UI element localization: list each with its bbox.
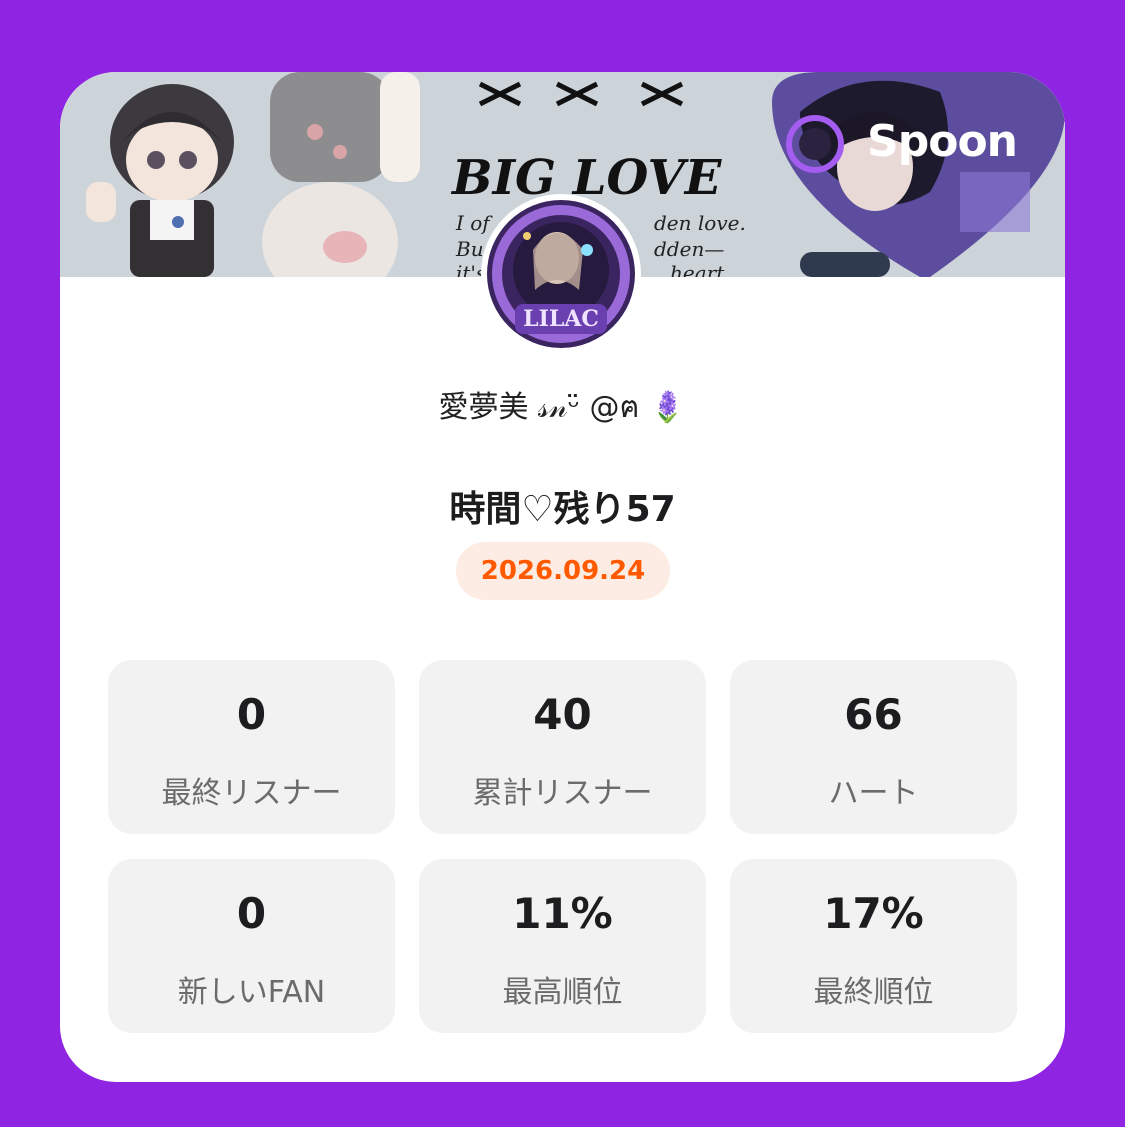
- avatar-image: LILAC: [487, 200, 635, 348]
- svg-text:den love.: den love.: [654, 211, 746, 235]
- svg-text:LILAC: LILAC: [523, 306, 599, 332]
- stat-value: 66: [844, 690, 903, 739]
- spoon-logo: Spoon: [867, 116, 1018, 167]
- svg-text:Bu: Bu: [455, 237, 484, 261]
- user-name: 愛夢美 𝓈𝓃ᵕ̈ @ฅ 🪻: [438, 390, 687, 425]
- date-badge: 2026.09.24: [456, 542, 670, 600]
- stat-value: 0: [236, 889, 267, 938]
- stat-card-final-rank: 17% 最終順位: [730, 859, 1017, 1033]
- stat-label: ハート: [828, 776, 919, 811]
- stat-label: 新しいFAN: [177, 975, 326, 1010]
- stat-card-highest-rank: 11% 最高順位: [419, 859, 706, 1033]
- stat-card-new-fans: 0 新しいFAN: [108, 859, 395, 1033]
- stat-value: 17%: [823, 889, 924, 938]
- svg-text:dden—: dden—: [654, 237, 724, 261]
- live-title: 時間♡残り57: [449, 489, 676, 530]
- stat-value: 11%: [512, 889, 613, 938]
- svg-text:heart: heart: [670, 261, 725, 277]
- stat-label: 累計リスナー: [472, 776, 653, 811]
- live-summary-card: BIG LOVE I of den love. Bu dden— it's he…: [60, 72, 1065, 1082]
- avatar[interactable]: LILAC: [481, 194, 641, 354]
- stat-label: 最高順位: [502, 975, 623, 1010]
- stat-label: 最終順位: [813, 975, 934, 1010]
- stat-value: 40: [533, 690, 592, 739]
- stat-card-total-listeners: 40 累計リスナー: [419, 660, 706, 834]
- stat-value: 0: [236, 690, 267, 739]
- stat-card-hearts: 66 ハート: [730, 660, 1017, 834]
- stat-label: 最終リスナー: [161, 776, 342, 811]
- stat-card-final-listeners: 0 最終リスナー: [108, 660, 395, 834]
